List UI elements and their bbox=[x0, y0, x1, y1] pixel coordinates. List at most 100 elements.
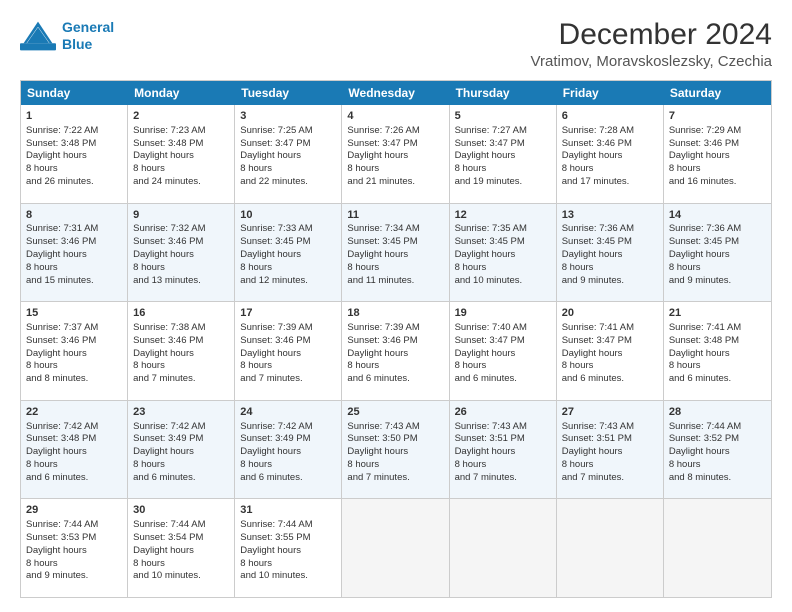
day-number: 28 bbox=[669, 405, 766, 420]
table-row: 13Sunrise: 7:36 AM Sunset: 3:45 PM Dayli… bbox=[557, 204, 664, 302]
day-number: 24 bbox=[240, 405, 336, 420]
calendar-week-2: 8Sunrise: 7:31 AM Sunset: 3:46 PM Daylig… bbox=[21, 204, 771, 303]
table-row: 31Sunrise: 7:44 AM Sunset: 3:55 PM Dayli… bbox=[235, 499, 342, 597]
table-row: 14Sunrise: 7:36 AM Sunset: 3:45 PM Dayli… bbox=[664, 204, 771, 302]
table-row: 26Sunrise: 7:43 AM Sunset: 3:51 PM Dayli… bbox=[450, 401, 557, 499]
subtitle: Vratimov, Moravskoslezsky, Czechia bbox=[531, 53, 772, 70]
day-number: 11 bbox=[347, 208, 443, 223]
day-info: Sunrise: 7:34 AM Sunset: 3:45 PM Dayligh… bbox=[347, 223, 419, 285]
day-info: Sunrise: 7:35 AM Sunset: 3:45 PM Dayligh… bbox=[455, 223, 527, 285]
day-info: Sunrise: 7:37 AM Sunset: 3:46 PM Dayligh… bbox=[26, 322, 98, 384]
day-number: 2 bbox=[133, 109, 229, 124]
col-tuesday: Tuesday bbox=[235, 81, 342, 105]
day-info: Sunrise: 7:36 AM Sunset: 3:45 PM Dayligh… bbox=[669, 223, 741, 285]
page: General Blue December 2024 Vratimov, Mor… bbox=[0, 0, 792, 612]
table-row: 29Sunrise: 7:44 AM Sunset: 3:53 PM Dayli… bbox=[21, 499, 128, 597]
table-row: 18Sunrise: 7:39 AM Sunset: 3:46 PM Dayli… bbox=[342, 302, 449, 400]
day-info: Sunrise: 7:28 AM Sunset: 3:46 PM Dayligh… bbox=[562, 125, 634, 187]
main-title: December 2024 bbox=[531, 18, 772, 51]
table-row bbox=[342, 499, 449, 597]
table-row: 23Sunrise: 7:42 AM Sunset: 3:49 PM Dayli… bbox=[128, 401, 235, 499]
day-number: 9 bbox=[133, 208, 229, 223]
day-number: 1 bbox=[26, 109, 122, 124]
table-row: 27Sunrise: 7:43 AM Sunset: 3:51 PM Dayli… bbox=[557, 401, 664, 499]
day-number: 17 bbox=[240, 306, 336, 321]
day-number: 22 bbox=[26, 405, 122, 420]
calendar: Sunday Monday Tuesday Wednesday Thursday… bbox=[20, 80, 772, 598]
col-monday: Monday bbox=[128, 81, 235, 105]
day-number: 23 bbox=[133, 405, 229, 420]
day-info: Sunrise: 7:38 AM Sunset: 3:46 PM Dayligh… bbox=[133, 322, 205, 384]
day-info: Sunrise: 7:41 AM Sunset: 3:47 PM Dayligh… bbox=[562, 322, 634, 384]
day-number: 27 bbox=[562, 405, 658, 420]
logo-icon bbox=[20, 18, 56, 54]
day-number: 8 bbox=[26, 208, 122, 223]
day-info: Sunrise: 7:31 AM Sunset: 3:46 PM Dayligh… bbox=[26, 223, 98, 285]
day-info: Sunrise: 7:23 AM Sunset: 3:48 PM Dayligh… bbox=[133, 125, 205, 187]
day-number: 13 bbox=[562, 208, 658, 223]
table-row: 4Sunrise: 7:26 AM Sunset: 3:47 PM Daylig… bbox=[342, 105, 449, 203]
day-number: 18 bbox=[347, 306, 443, 321]
day-number: 5 bbox=[455, 109, 551, 124]
table-row: 3Sunrise: 7:25 AM Sunset: 3:47 PM Daylig… bbox=[235, 105, 342, 203]
table-row: 9Sunrise: 7:32 AM Sunset: 3:46 PM Daylig… bbox=[128, 204, 235, 302]
table-row: 16Sunrise: 7:38 AM Sunset: 3:46 PM Dayli… bbox=[128, 302, 235, 400]
table-row: 21Sunrise: 7:41 AM Sunset: 3:48 PM Dayli… bbox=[664, 302, 771, 400]
table-row: 30Sunrise: 7:44 AM Sunset: 3:54 PM Dayli… bbox=[128, 499, 235, 597]
table-row: 25Sunrise: 7:43 AM Sunset: 3:50 PM Dayli… bbox=[342, 401, 449, 499]
col-thursday: Thursday bbox=[450, 81, 557, 105]
logo-text: General Blue bbox=[62, 19, 114, 53]
title-block: December 2024 Vratimov, Moravskoslezsky,… bbox=[531, 18, 772, 70]
table-row: 7Sunrise: 7:29 AM Sunset: 3:46 PM Daylig… bbox=[664, 105, 771, 203]
day-number: 6 bbox=[562, 109, 658, 124]
day-number: 7 bbox=[669, 109, 766, 124]
day-info: Sunrise: 7:40 AM Sunset: 3:47 PM Dayligh… bbox=[455, 322, 527, 384]
day-number: 25 bbox=[347, 405, 443, 420]
day-info: Sunrise: 7:29 AM Sunset: 3:46 PM Dayligh… bbox=[669, 125, 741, 187]
calendar-header: Sunday Monday Tuesday Wednesday Thursday… bbox=[21, 81, 771, 105]
day-info: Sunrise: 7:43 AM Sunset: 3:51 PM Dayligh… bbox=[562, 421, 634, 483]
day-number: 19 bbox=[455, 306, 551, 321]
table-row: 11Sunrise: 7:34 AM Sunset: 3:45 PM Dayli… bbox=[342, 204, 449, 302]
table-row bbox=[450, 499, 557, 597]
day-number: 14 bbox=[669, 208, 766, 223]
day-number: 15 bbox=[26, 306, 122, 321]
col-friday: Friday bbox=[557, 81, 664, 105]
table-row: 24Sunrise: 7:42 AM Sunset: 3:49 PM Dayli… bbox=[235, 401, 342, 499]
calendar-week-3: 15Sunrise: 7:37 AM Sunset: 3:46 PM Dayli… bbox=[21, 302, 771, 401]
logo: General Blue bbox=[20, 18, 114, 54]
table-row: 10Sunrise: 7:33 AM Sunset: 3:45 PM Dayli… bbox=[235, 204, 342, 302]
table-row: 17Sunrise: 7:39 AM Sunset: 3:46 PM Dayli… bbox=[235, 302, 342, 400]
day-info: Sunrise: 7:44 AM Sunset: 3:53 PM Dayligh… bbox=[26, 519, 98, 581]
day-number: 10 bbox=[240, 208, 336, 223]
table-row: 15Sunrise: 7:37 AM Sunset: 3:46 PM Dayli… bbox=[21, 302, 128, 400]
logo-line1: General bbox=[62, 19, 114, 35]
day-info: Sunrise: 7:36 AM Sunset: 3:45 PM Dayligh… bbox=[562, 223, 634, 285]
day-number: 16 bbox=[133, 306, 229, 321]
day-info: Sunrise: 7:44 AM Sunset: 3:54 PM Dayligh… bbox=[133, 519, 205, 581]
day-number: 4 bbox=[347, 109, 443, 124]
day-info: Sunrise: 7:43 AM Sunset: 3:50 PM Dayligh… bbox=[347, 421, 419, 483]
table-row bbox=[664, 499, 771, 597]
day-number: 26 bbox=[455, 405, 551, 420]
day-info: Sunrise: 7:25 AM Sunset: 3:47 PM Dayligh… bbox=[240, 125, 312, 187]
day-info: Sunrise: 7:39 AM Sunset: 3:46 PM Dayligh… bbox=[240, 322, 312, 384]
table-row: 6Sunrise: 7:28 AM Sunset: 3:46 PM Daylig… bbox=[557, 105, 664, 203]
col-saturday: Saturday bbox=[664, 81, 771, 105]
table-row: 8Sunrise: 7:31 AM Sunset: 3:46 PM Daylig… bbox=[21, 204, 128, 302]
day-info: Sunrise: 7:42 AM Sunset: 3:49 PM Dayligh… bbox=[240, 421, 312, 483]
day-number: 30 bbox=[133, 503, 229, 518]
table-row: 2Sunrise: 7:23 AM Sunset: 3:48 PM Daylig… bbox=[128, 105, 235, 203]
col-wednesday: Wednesday bbox=[342, 81, 449, 105]
day-info: Sunrise: 7:44 AM Sunset: 3:55 PM Dayligh… bbox=[240, 519, 312, 581]
table-row: 12Sunrise: 7:35 AM Sunset: 3:45 PM Dayli… bbox=[450, 204, 557, 302]
day-info: Sunrise: 7:27 AM Sunset: 3:47 PM Dayligh… bbox=[455, 125, 527, 187]
day-number: 31 bbox=[240, 503, 336, 518]
calendar-week-4: 22Sunrise: 7:42 AM Sunset: 3:48 PM Dayli… bbox=[21, 401, 771, 500]
table-row: 5Sunrise: 7:27 AM Sunset: 3:47 PM Daylig… bbox=[450, 105, 557, 203]
day-info: Sunrise: 7:39 AM Sunset: 3:46 PM Dayligh… bbox=[347, 322, 419, 384]
day-number: 20 bbox=[562, 306, 658, 321]
table-row: 28Sunrise: 7:44 AM Sunset: 3:52 PM Dayli… bbox=[664, 401, 771, 499]
table-row: 20Sunrise: 7:41 AM Sunset: 3:47 PM Dayli… bbox=[557, 302, 664, 400]
logo-line2: Blue bbox=[62, 36, 92, 52]
